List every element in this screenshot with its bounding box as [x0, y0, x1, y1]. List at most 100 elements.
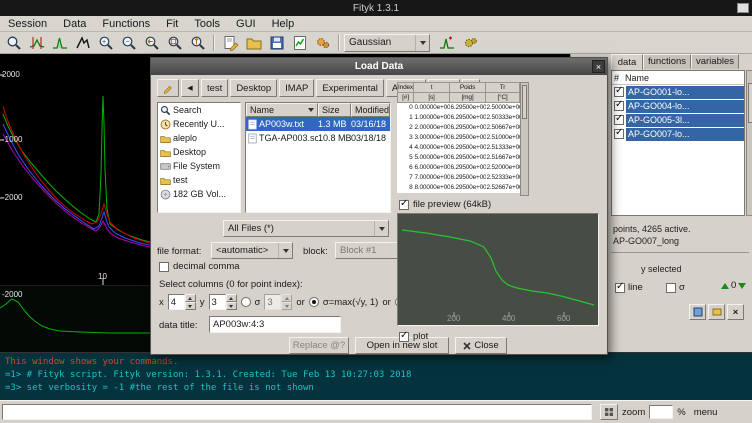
- spin-down-icon[interactable]: [281, 302, 292, 310]
- place-desktop[interactable]: Desktop: [158, 145, 240, 159]
- path-segment-imap[interactable]: IMAP: [279, 79, 314, 97]
- dataset-checkbox[interactable]: [614, 129, 624, 139]
- zoom-value-box[interactable]: [649, 405, 673, 419]
- mode-activate-icon[interactable]: [72, 33, 93, 53]
- dataset-name[interactable]: AP-GO004-lo...: [626, 100, 744, 113]
- dataset-name[interactable]: AP-GO001-lo...: [626, 86, 744, 99]
- column-header-size[interactable]: Size: [318, 103, 351, 117]
- menu-session[interactable]: Session: [0, 17, 55, 31]
- decimal-comma-checkbox[interactable]: [159, 262, 169, 272]
- sigma-column-radio[interactable]: [241, 297, 251, 307]
- dialog-titlebar[interactable]: Load Data: [151, 58, 607, 75]
- place-volume[interactable]: 182 GB Vol...: [158, 187, 240, 201]
- edit-style-icon[interactable]: [708, 304, 725, 320]
- dataset-checkbox[interactable]: [614, 101, 624, 111]
- mode-add-peak-icon[interactable]: [49, 33, 70, 53]
- shift-spinner[interactable]: 0: [721, 280, 746, 291]
- x-column-spinner[interactable]: 4: [168, 294, 196, 310]
- zoom-in-icon[interactable]: +: [95, 33, 116, 53]
- zoom-label[interactable]: zoom: [622, 407, 645, 418]
- dataset-list-scrollbar[interactable]: [746, 70, 752, 216]
- decimal-comma-toggle[interactable]: decimal comma: [159, 261, 240, 272]
- menu-functions[interactable]: Functions: [94, 17, 158, 31]
- place-recently-used[interactable]: Recently U...: [158, 117, 240, 131]
- arrow-down-icon[interactable]: [738, 283, 746, 289]
- spin-up-icon[interactable]: [226, 294, 237, 302]
- path-segment-desktop[interactable]: Desktop: [230, 79, 277, 97]
- tab-functions[interactable]: functions: [643, 54, 691, 69]
- place-file-system[interactable]: File System: [158, 159, 240, 173]
- file-filter-combo[interactable]: All Files (*): [223, 220, 389, 237]
- define-functions-icon[interactable]: [459, 33, 480, 53]
- grid-icon[interactable]: [600, 404, 618, 420]
- path-segment-test[interactable]: test: [201, 79, 228, 97]
- place-search[interactable]: Search: [158, 103, 240, 117]
- dataset-row[interactable]: AP-GO001-lo...: [612, 85, 744, 99]
- dataset-name[interactable]: AP-GO007-lo...: [626, 128, 744, 141]
- plot-toggle[interactable]: plot: [399, 331, 428, 342]
- spin-down-icon[interactable]: [185, 302, 196, 310]
- type-location-icon[interactable]: [157, 79, 179, 97]
- sigma-checkbox[interactable]: [666, 283, 676, 293]
- file-row[interactable]: TGA-AP003.sclprj 10.8 MB 03/18/18: [246, 131, 390, 145]
- y-column-spinner[interactable]: 3: [209, 294, 237, 310]
- preview-table-scrollbar[interactable]: [520, 82, 529, 196]
- th-index[interactable]: Index: [398, 83, 414, 93]
- dialog-close-icon[interactable]: ×: [592, 60, 605, 73]
- command-console[interactable]: This window shows your commands. =1> # F…: [0, 352, 752, 400]
- zoom-vertical-icon[interactable]: [187, 33, 208, 53]
- dataset-checkbox[interactable]: [614, 115, 624, 125]
- open-file-icon[interactable]: [243, 33, 264, 53]
- sigma-column-spinner[interactable]: 3: [264, 294, 292, 310]
- close-button[interactable]: Close: [455, 337, 507, 354]
- file-preview-checkbox[interactable]: [399, 200, 409, 210]
- zoom-all-icon[interactable]: [164, 33, 185, 53]
- dataset-name[interactable]: AP-GO005-3l...: [626, 114, 744, 127]
- menu-gui[interactable]: GUI: [228, 17, 264, 31]
- tab-variables[interactable]: variables: [691, 54, 739, 69]
- spin-down-icon[interactable]: [226, 302, 237, 310]
- file-preview-toggle[interactable]: file preview (64kB): [399, 199, 491, 210]
- spin-up-icon[interactable]: [281, 294, 292, 302]
- spin-up-icon[interactable]: [185, 294, 196, 302]
- copy-style-icon[interactable]: [689, 304, 706, 320]
- zoom-prev-icon[interactable]: [141, 33, 162, 53]
- plot-checkbox[interactable]: [399, 332, 409, 342]
- th-t[interactable]: t: [414, 83, 450, 93]
- th-tr[interactable]: Tr: [486, 83, 520, 93]
- arrow-up-icon[interactable]: [721, 283, 729, 289]
- zoom-out-icon[interactable]: −: [118, 33, 139, 53]
- place-test[interactable]: test: [158, 173, 240, 187]
- dataset-row[interactable]: AP-GO005-3l...: [612, 113, 744, 127]
- column-header-name[interactable]: Name: [246, 103, 318, 117]
- menu-help[interactable]: Help: [264, 17, 303, 31]
- menu-data[interactable]: Data: [55, 17, 94, 31]
- line-toggle[interactable]: line: [615, 282, 643, 293]
- th-poids[interactable]: Poids: [450, 83, 486, 93]
- dataset-row[interactable]: AP-GO004-lo...: [612, 99, 744, 113]
- sigma-max-radio[interactable]: [309, 297, 319, 307]
- file-format-combo[interactable]: <automatic>: [211, 242, 293, 259]
- mode-range-icon[interactable]: [26, 33, 47, 53]
- window-controls[interactable]: [737, 3, 749, 13]
- data-title-input[interactable]: AP003w:4:3: [209, 316, 341, 333]
- menu-fit[interactable]: Fit: [158, 17, 186, 31]
- save-session-icon[interactable]: [266, 33, 287, 53]
- path-segment-experimental[interactable]: Experimental: [316, 79, 383, 97]
- auto-add-peak-icon[interactable]: [436, 33, 457, 53]
- menu-button[interactable]: menu: [694, 407, 718, 418]
- peak-type-combo[interactable]: Gaussian: [344, 34, 430, 52]
- chevron-down-icon[interactable]: [278, 243, 292, 258]
- delete-dataset-button[interactable]: ×: [727, 304, 744, 320]
- line-checkbox[interactable]: [615, 283, 625, 293]
- file-row-selected[interactable]: AP003w.txt 1.3 MB 03/16/18: [246, 117, 390, 131]
- script-editor-icon[interactable]: [220, 33, 241, 53]
- place-home[interactable]: aleplo: [158, 131, 240, 145]
- chevron-down-icon[interactable]: [415, 35, 429, 51]
- command-input[interactable]: [2, 404, 592, 420]
- sigma-toggle[interactable]: σ: [666, 282, 685, 293]
- replace-button[interactable]: Replace @?: [289, 337, 349, 354]
- dataset-checkbox[interactable]: [614, 87, 624, 97]
- column-header-modified[interactable]: Modified: [351, 103, 390, 117]
- export-plot-icon[interactable]: [289, 33, 310, 53]
